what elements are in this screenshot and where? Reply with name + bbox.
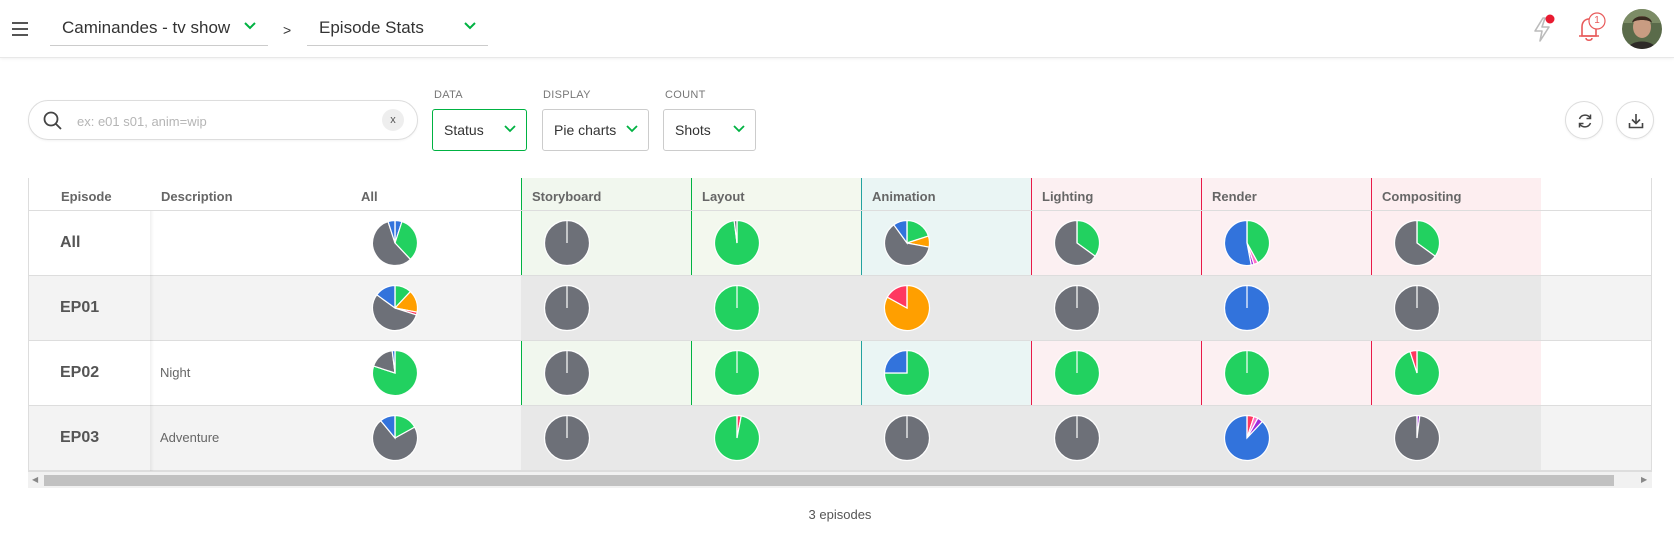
table-row: EP02 Night [29, 341, 1651, 406]
top-bar: Caminandes - tv show > Episode Stats 1 [0, 0, 1674, 58]
horizontal-scrollbar[interactable]: ◀ ▶ [28, 472, 1652, 488]
table-row: EP01 [29, 276, 1651, 341]
avatar[interactable] [1622, 9, 1662, 49]
chevron-down-icon [626, 125, 638, 133]
data-select[interactable]: Status [432, 109, 527, 151]
refresh-icon [1578, 114, 1592, 128]
chevron-down-icon [244, 22, 256, 30]
display-label: DISPLAY [543, 89, 591, 101]
status-pie-chart[interactable] [713, 349, 761, 397]
status-pie-chart[interactable] [1223, 349, 1271, 397]
status-pie-chart[interactable] [1223, 284, 1271, 332]
notification-bell-icon[interactable]: 1 [1574, 12, 1608, 49]
episode-description: Adventure [160, 430, 220, 445]
data-select-value: Status [444, 122, 484, 138]
count-select-value: Shots [675, 122, 711, 138]
count-label: COUNT [665, 89, 706, 101]
download-button[interactable] [1616, 101, 1654, 139]
refresh-button[interactable] [1565, 101, 1603, 139]
status-pie-chart[interactable] [371, 414, 419, 462]
search-bar: x [28, 100, 418, 140]
production-name: Caminandes - tv show [62, 17, 231, 37]
view-name: Episode Stats [319, 17, 424, 37]
display-select[interactable]: Pie charts [542, 109, 649, 151]
status-pie-chart[interactable] [713, 284, 761, 332]
view-select[interactable]: Episode Stats [307, 10, 488, 46]
status-pie-chart[interactable] [371, 284, 419, 332]
header-task[interactable]: Render [1212, 178, 1257, 211]
status-pie-chart[interactable] [371, 349, 419, 397]
data-label: DATA [434, 89, 463, 101]
status-pie-chart[interactable] [371, 219, 419, 267]
status-pie-chart[interactable] [883, 219, 931, 267]
status-pie-chart[interactable] [543, 219, 591, 267]
status-pie-chart[interactable] [883, 284, 931, 332]
status-pie-chart[interactable] [1053, 349, 1101, 397]
clear-search-button[interactable]: x [382, 109, 404, 131]
status-pie-chart[interactable] [543, 414, 591, 462]
table-row: EP03 Adventure [29, 406, 1651, 471]
header-task[interactable]: Layout [702, 178, 745, 211]
status-pie-chart[interactable] [1393, 349, 1441, 397]
count-select[interactable]: Shots [663, 109, 756, 151]
pie-slice-wip [883, 349, 908, 374]
header-task[interactable]: Lighting [1042, 178, 1093, 211]
notification-count: 1 [1594, 15, 1600, 26]
header-task[interactable]: Storyboard [532, 178, 601, 211]
episode-name[interactable]: EP01 [29, 276, 150, 340]
status-pie-chart[interactable] [543, 349, 591, 397]
status-pie-chart[interactable] [713, 219, 761, 267]
episode-stats-table: Episode Description All Storyboard Layout… [28, 178, 1652, 472]
status-pie-chart[interactable] [1223, 414, 1271, 462]
status-pie-chart[interactable] [713, 414, 761, 462]
status-pie-chart[interactable] [1393, 219, 1441, 267]
episode-name[interactable]: All [29, 211, 150, 275]
column-divider [150, 211, 154, 471]
status-pie-chart[interactable] [1223, 219, 1271, 267]
scroll-right-arrow-icon[interactable]: ▶ [1641, 475, 1647, 484]
chevron-down-icon [504, 125, 516, 133]
header-episode: Episode [61, 189, 112, 204]
header-all: All [361, 189, 378, 204]
status-pie-chart[interactable] [1053, 414, 1101, 462]
header-task[interactable]: Compositing [1382, 178, 1461, 211]
status-pie-chart[interactable] [1053, 284, 1101, 332]
scrollbar-thumb[interactable] [44, 475, 1614, 486]
episode-count: 3 episodes [808, 507, 872, 522]
search-icon [43, 111, 62, 130]
production-select[interactable]: Caminandes - tv show [50, 10, 268, 46]
breadcrumb-separator: > [283, 22, 292, 38]
scroll-left-arrow-icon[interactable]: ◀ [32, 475, 38, 484]
status-pie-chart[interactable] [883, 414, 931, 462]
header-task[interactable]: Animation [872, 178, 936, 211]
header-description: Description [161, 189, 233, 204]
status-pie-chart[interactable] [883, 349, 931, 397]
hamburger-menu-icon[interactable] [12, 22, 28, 36]
episode-name[interactable]: EP03 [29, 406, 150, 470]
search-input[interactable] [77, 110, 357, 132]
table-row: All [29, 211, 1651, 276]
episode-name[interactable]: EP02 [29, 341, 150, 405]
status-pie-chart[interactable] [1393, 414, 1441, 462]
chevron-down-icon [464, 22, 476, 30]
episode-description: Night [160, 365, 191, 380]
table-header: Episode Description All Storyboard Layout… [29, 178, 1651, 211]
lightning-icon[interactable] [1530, 12, 1558, 49]
chevron-down-icon [733, 125, 745, 133]
download-icon [1628, 114, 1644, 129]
status-pie-chart[interactable] [1393, 284, 1441, 332]
status-pie-chart[interactable] [1053, 219, 1101, 267]
status-pie-chart[interactable] [543, 284, 591, 332]
display-select-value: Pie charts [554, 122, 617, 138]
